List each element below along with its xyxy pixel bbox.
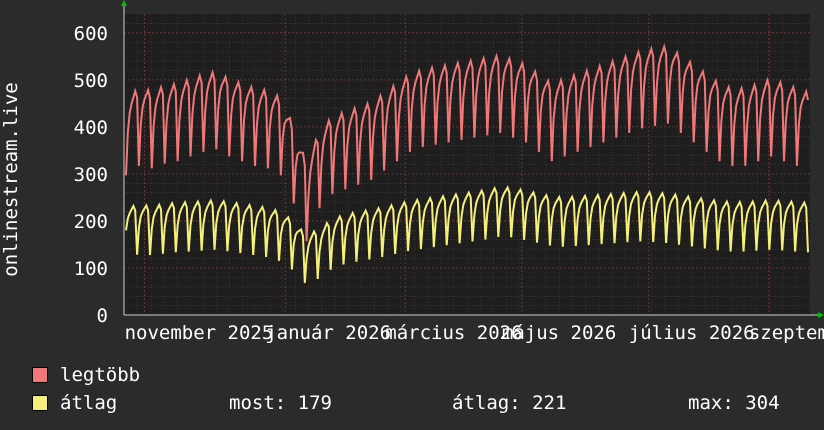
y-tick-label: 100: [74, 258, 108, 280]
stat-avg: átlag: 221: [452, 392, 567, 414]
y-tick-label: 400: [74, 117, 108, 139]
legend-swatch-avg: [32, 395, 48, 411]
x-axis-arrow: [818, 312, 824, 318]
legend-label-max: legtöbb: [60, 364, 141, 386]
line-chart: 0 100 200 300 400 500 600 november 2025január 2…: [0, 0, 824, 344]
legend-swatch-max: [32, 367, 48, 383]
x-tick-label: január 2026: [265, 322, 391, 344]
x-tick-label: május 2026: [502, 322, 616, 344]
y-tick-label: 500: [74, 70, 108, 92]
legend-entry-avg: átlag: [32, 392, 117, 414]
legend-label-avg: átlag: [60, 392, 118, 414]
y-tick-label: 300: [74, 164, 108, 186]
x-tick-label: szeptember: [749, 322, 824, 344]
x-tick-label: november 2025: [125, 322, 274, 344]
y-tick-label: 600: [74, 23, 108, 45]
stat-now: most: 179: [229, 392, 332, 414]
y-tick-label: 200: [74, 211, 108, 233]
legend-entry-max: legtöbb: [32, 364, 140, 386]
y-axis-arrow: [121, 0, 127, 6]
x-tick-label: július 2026: [629, 322, 755, 344]
stat-max: max: 304: [688, 392, 780, 414]
y-axis-label: onlinestream.live: [0, 82, 22, 276]
y-tick-label: 0: [97, 305, 108, 327]
